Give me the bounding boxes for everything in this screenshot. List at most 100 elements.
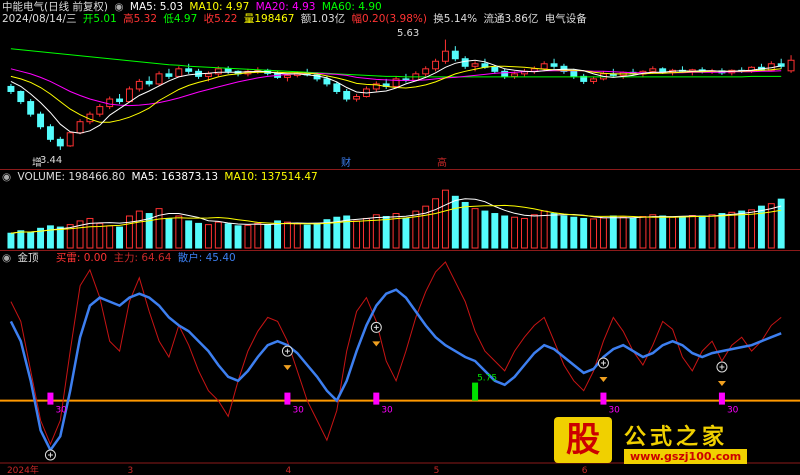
signal-value-label: 5.75 [477,374,497,384]
volume-bar [599,217,607,249]
volume-bar [748,209,756,249]
volume-panel [7,189,785,249]
volume-bar [353,220,361,249]
watermark-title: 公式之家 [624,424,729,450]
candle-body [333,83,341,92]
signal-value-label: 30 [608,406,620,416]
volume-bar [570,216,578,249]
volume-bar [432,198,440,249]
volume-bar [511,216,519,249]
gao-marker[interactable]: 高 [437,156,447,169]
signal-value-label: 30 [55,406,67,416]
volume-bar [27,231,35,249]
volume-bar [609,215,617,249]
volume-bar [214,221,222,249]
high-price-annotation: 5.63 [397,28,419,39]
signal-value-label: 30 [727,406,739,416]
price-panel [7,39,795,150]
candle-body [145,80,153,85]
volume-bar [520,217,528,249]
stock-chart[interactable]: 30 30 30 30 30 5.75 2024年 3 4 5 6 5.63 3.44 增 财 高 [0,0,800,475]
volume-bar [560,215,568,249]
volume-bar [659,215,667,249]
x-tick-label: 5 [434,466,440,475]
candle-body [17,90,25,103]
volume-bar [293,223,301,249]
volume-bar [56,226,64,249]
candle-body [27,101,35,115]
candle-body [283,74,291,78]
candle-body [106,98,114,108]
buy-signal-marker [47,392,54,405]
volume-bar [303,224,311,249]
volume-bar [106,225,114,249]
volume-bar [116,226,124,249]
volume-bar [264,224,272,249]
candle-body [649,68,657,72]
candle-body [540,63,548,70]
volume-bar [283,221,291,249]
candle-body [550,63,558,67]
candle-body [353,96,361,100]
volume-bar [530,214,538,249]
watermark-logo: 股 公式之家 www.gszj100.com [554,417,794,467]
candle-body [7,85,15,92]
zeng-marker[interactable]: 增 [32,156,42,169]
volume-bar [46,225,54,249]
volume-bar [244,224,252,249]
candle-body [204,73,212,77]
signal-value-label: 30 [292,406,304,416]
volume-bar [738,210,746,249]
volume-bar [471,208,479,249]
candle-body [491,66,499,72]
volume-bar [362,217,370,249]
volume-bar [649,214,657,249]
candle-body [511,73,519,77]
volume-bar [224,223,232,249]
volume-bar [619,216,627,249]
candle-body [451,50,459,60]
volume-bar [402,217,410,249]
volume-bar [708,214,716,249]
watermark-gu-char: 股 [554,417,612,463]
candle-body [471,63,479,67]
volume-bar [125,215,133,249]
volume-bar [580,217,588,249]
diamond-icon [372,341,381,347]
diamond-icon [717,381,726,386]
volume-bar [96,222,104,249]
x-tick-label: 6 [582,466,588,475]
buy-signal-marker [600,392,607,405]
volume-bar [639,215,647,249]
volume-bar [669,216,677,249]
volume-bar [491,213,499,249]
candle-body [461,58,469,67]
candle-body [214,68,222,75]
candle-body [343,90,351,100]
volume-bar [728,211,736,249]
candle-body [185,68,193,72]
volume-bar [274,220,282,249]
x-tick-label: 4 [285,466,291,475]
volume-bar [451,195,459,249]
candle-body [125,88,133,103]
candle-body [787,59,795,72]
volume-bar [481,210,489,249]
candle-body [441,50,449,62]
volume-bar [165,217,173,249]
volume-bar [441,189,449,249]
candle-body [570,70,578,77]
low-price-annotation: 3.44 [40,155,62,166]
buy-signal-marker [284,392,291,405]
buy-signal-marker [718,392,725,405]
candle-body [175,68,183,77]
candle-body [323,78,331,85]
x-tick-label: 3 [127,466,133,475]
candle-body [590,78,598,82]
candle-body [56,138,64,147]
volume-bar [629,217,637,249]
volume-bar [767,203,775,249]
diamond-icon [599,377,608,383]
volume-bar [17,230,25,249]
cai-marker[interactable]: 财 [341,156,351,169]
